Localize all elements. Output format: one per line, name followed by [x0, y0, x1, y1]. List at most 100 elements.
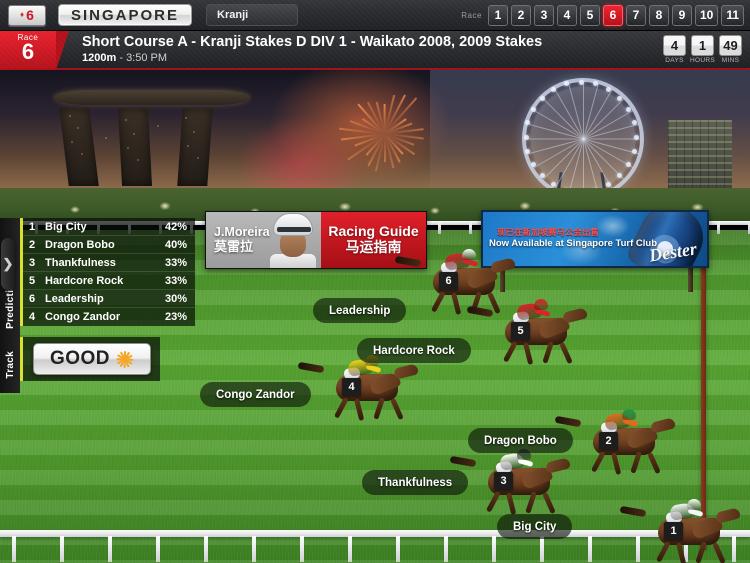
prediction-percent: 33%: [165, 257, 187, 269]
horse-head: [562, 307, 588, 323]
prediction-number: 6: [29, 293, 45, 305]
horse-head: [490, 257, 516, 273]
jockey-names: J.Moreira 莫雷拉: [206, 225, 270, 254]
race-tab-6[interactable]: 6: [603, 5, 623, 26]
horse-runner-4[interactable]: 4: [318, 358, 420, 424]
rail-post: [348, 536, 352, 562]
prediction-percent: 23%: [165, 311, 187, 323]
prediction-percent: 42%: [165, 221, 187, 233]
horse-label-dragon-bobo[interactable]: Dragon Bobo: [468, 428, 573, 453]
saddle-cloth-number: 1: [664, 522, 683, 540]
jockey-info-panel[interactable]: J.Moreira 莫雷拉 Racing Guide 马运指南: [205, 211, 427, 269]
race-tab-11[interactable]: 11: [721, 5, 744, 26]
sidebar-tab-track[interactable]: Track: [0, 337, 20, 393]
jockey-avatar: [267, 212, 319, 268]
horse-head: [545, 457, 571, 473]
horse-label-congo-zandor[interactable]: Congo Zandor: [200, 382, 311, 407]
horse-label-hardcore-rock[interactable]: Hardcore Rock: [357, 338, 471, 363]
race-tab-9[interactable]: 9: [672, 5, 692, 26]
horse-label-big-city[interactable]: Big City: [497, 514, 572, 539]
race-subtitle-separator: -: [119, 52, 123, 64]
horse-leg: [451, 292, 461, 315]
prediction-row-5[interactable]: 6 Leadership 30%: [23, 290, 195, 308]
saddle-cloth-number: 3: [494, 472, 513, 490]
horse-leg: [506, 492, 516, 515]
horse-leg: [503, 341, 518, 363]
horse-leg: [611, 452, 621, 475]
horse-head: [393, 363, 419, 379]
sun-icon: [116, 351, 133, 368]
horse-runner-5[interactable]: 5: [487, 302, 589, 368]
race-title-group: Short Course A - Kranji Stakes D DIV 1 -…: [82, 31, 542, 68]
horse-runner-3[interactable]: 3: [470, 452, 572, 518]
race-tab-10[interactable]: 10: [695, 5, 718, 26]
horse-leg: [676, 542, 686, 563]
rail-post: [588, 536, 592, 562]
track-condition-chip[interactable]: GOOD: [33, 343, 151, 375]
horse-runner-1[interactable]: 1: [640, 502, 742, 563]
horse-head: [715, 507, 741, 523]
horse-leg: [647, 452, 661, 474]
rail-post: [12, 536, 16, 562]
venue-label: Kranji: [217, 9, 248, 21]
track-condition-value: GOOD: [50, 348, 110, 370]
rail-post: [300, 536, 304, 562]
prediction-horse: Dragon Bobo: [45, 239, 165, 251]
prediction-row-4[interactable]: 5 Hardcore Rock 33%: [23, 272, 195, 290]
horse-head: [650, 417, 676, 433]
race-tab-8[interactable]: 8: [649, 5, 669, 26]
horse-runner-2[interactable]: 2: [575, 412, 677, 478]
prediction-row-6[interactable]: 4 Congo Zandor 23%: [23, 308, 195, 326]
prediction-percent: 33%: [165, 275, 187, 287]
prediction-row-3[interactable]: 3 Thankfulness 33%: [23, 254, 195, 272]
countdown-days-value: 4: [663, 35, 686, 56]
countdown-mins: 49 MINS: [719, 35, 742, 64]
prediction-number: 4: [29, 311, 45, 323]
race-title: Short Course A - Kranji Stakes D DIV 1 -…: [82, 34, 542, 51]
billboard-text-en: Now Available at Singapore Turf Club: [489, 238, 657, 249]
jockey-cap: [534, 299, 548, 310]
prediction-horse: Leadership: [45, 293, 165, 305]
race-tab-2[interactable]: 2: [511, 5, 531, 26]
horse-leg: [559, 342, 573, 364]
countdown-timer: 4 DAYS 1 HOURS 49 MINS: [663, 31, 742, 68]
saddle-cloth-number: 2: [599, 432, 618, 450]
horse-label-leadership[interactable]: Leadership: [313, 298, 406, 323]
rail-post: [396, 536, 400, 562]
race-tab-1[interactable]: 1: [488, 5, 508, 26]
country-selector[interactable]: SINGAPORE: [58, 4, 192, 26]
race-tab-7[interactable]: 7: [626, 5, 646, 26]
prediction-horse: Hardcore Rock: [45, 275, 165, 287]
prediction-horse: Big City: [45, 221, 165, 233]
rail-post: [540, 536, 544, 562]
racing-guide-label-cn: 马运指南: [346, 240, 402, 256]
prediction-row-1[interactable]: 1 Big City 42%: [23, 218, 195, 236]
rail-post: [252, 536, 256, 562]
track-rail-bottom: [0, 530, 750, 563]
venue-selector[interactable]: Kranji: [206, 4, 298, 26]
jockey-cap: [622, 409, 636, 420]
race-tab-3[interactable]: 3: [534, 5, 554, 26]
chevron-right-icon[interactable]: ❯: [1, 238, 15, 290]
countdown-hours-label: HOURS: [690, 57, 715, 64]
race-subtitle: 1200m - 3:50 PM: [82, 51, 542, 65]
prediction-panel: 1 Big City 42% 2 Dragon Bobo 40% 3 Thank…: [20, 218, 195, 326]
race-header: Race 6 Short Course A - Kranji Stakes D …: [0, 31, 750, 70]
countdown-days: 4 DAYS: [663, 35, 686, 64]
rail-post: [204, 536, 208, 562]
race-flag-number: 6: [0, 42, 56, 62]
horse-leg: [712, 542, 726, 563]
race-tab-4[interactable]: 4: [557, 5, 577, 26]
countdown-mins-value: 49: [719, 35, 742, 56]
meeting-badge[interactable]: ♦ 6: [8, 5, 46, 26]
jockey-name-cn: 莫雷拉: [214, 240, 270, 255]
horse-leg: [431, 291, 446, 313]
saddle-cloth-number: 4: [342, 378, 361, 396]
race-tab-5[interactable]: 5: [580, 5, 600, 26]
prediction-number: 1: [29, 221, 45, 233]
jockey-name-en: J.Moreira: [214, 225, 270, 239]
horse-label-thankfulness[interactable]: Thankfulness: [362, 470, 468, 495]
rail-post: [156, 536, 160, 562]
prediction-row-2[interactable]: 2 Dragon Bobo 40%: [23, 236, 195, 254]
prediction-percent: 40%: [165, 239, 187, 251]
